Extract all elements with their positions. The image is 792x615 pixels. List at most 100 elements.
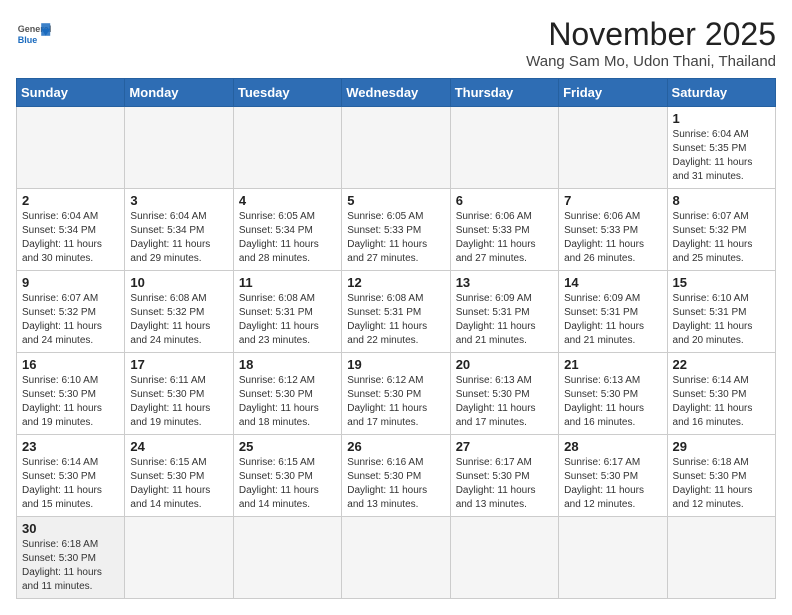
day-number: 17: [130, 357, 227, 372]
day-info: Sunrise: 6:08 AMSunset: 5:31 PMDaylight:…: [239, 292, 336, 348]
calendar-cell: [450, 517, 558, 599]
day-number: 28: [564, 439, 661, 454]
calendar-cell: [450, 107, 558, 189]
day-info: Sunrise: 6:09 AMSunset: 5:31 PMDaylight:…: [456, 292, 553, 348]
calendar-cell: [233, 107, 341, 189]
day-info: Sunrise: 6:06 AMSunset: 5:33 PMDaylight:…: [564, 210, 661, 266]
day-info: Sunrise: 6:06 AMSunset: 5:33 PMDaylight:…: [456, 210, 553, 266]
weekday-header-tuesday: Tuesday: [233, 79, 341, 107]
day-info: Sunrise: 6:14 AMSunset: 5:30 PMDaylight:…: [22, 456, 119, 512]
day-info: Sunrise: 6:16 AMSunset: 5:30 PMDaylight:…: [347, 456, 444, 512]
calendar-cell: 19 Sunrise: 6:12 AMSunset: 5:30 PMDayligh…: [342, 353, 450, 435]
day-info: Sunrise: 6:10 AMSunset: 5:30 PMDaylight:…: [22, 374, 119, 430]
day-number: 1: [673, 111, 770, 126]
weekday-header-row: SundayMondayTuesdayWednesdayThursdayFrid…: [17, 79, 776, 107]
calendar-cell: 23 Sunrise: 6:14 AMSunset: 5:30 PMDayligh…: [17, 435, 125, 517]
day-number: 8: [673, 193, 770, 208]
calendar-cell: 15 Sunrise: 6:10 AMSunset: 5:31 PMDayligh…: [667, 271, 775, 353]
day-info: Sunrise: 6:08 AMSunset: 5:32 PMDaylight:…: [130, 292, 227, 348]
day-info: Sunrise: 6:18 AMSunset: 5:30 PMDaylight:…: [22, 538, 119, 594]
day-number: 14: [564, 275, 661, 290]
day-info: Sunrise: 6:11 AMSunset: 5:30 PMDaylight:…: [130, 374, 227, 430]
calendar-cell: 1 Sunrise: 6:04 AMSunset: 5:35 PMDaylight…: [667, 107, 775, 189]
day-info: Sunrise: 6:05 AMSunset: 5:34 PMDaylight:…: [239, 210, 336, 266]
calendar-cell: [559, 517, 667, 599]
day-number: 13: [456, 275, 553, 290]
day-info: Sunrise: 6:17 AMSunset: 5:30 PMDaylight:…: [456, 456, 553, 512]
day-number: 23: [22, 439, 119, 454]
day-number: 12: [347, 275, 444, 290]
calendar-cell: 21 Sunrise: 6:13 AMSunset: 5:30 PMDayligh…: [559, 353, 667, 435]
calendar-cell: 30 Sunrise: 6:18 AMSunset: 5:30 PMDayligh…: [17, 517, 125, 599]
calendar-cell: [233, 517, 341, 599]
day-number: 11: [239, 275, 336, 290]
day-number: 2: [22, 193, 119, 208]
calendar-cell: 5Sunrise: 6:05 AMSunset: 5:33 PMDaylight…: [342, 189, 450, 271]
weekday-header-monday: Monday: [125, 79, 233, 107]
day-number: 15: [673, 275, 770, 290]
calendar-cell: 13 Sunrise: 6:09 AMSunset: 5:31 PMDayligh…: [450, 271, 558, 353]
calendar-cell: 14Sunrise: 6:09 AMSunset: 5:31 PMDayligh…: [559, 271, 667, 353]
calendar-cell: 10 Sunrise: 6:08 AMSunset: 5:32 PMDayligh…: [125, 271, 233, 353]
day-info: Sunrise: 6:13 AMSunset: 5:30 PMDaylight:…: [456, 374, 553, 430]
weekday-header-thursday: Thursday: [450, 79, 558, 107]
calendar-cell: 9 Sunrise: 6:07 AMSunset: 5:32 PMDaylight…: [17, 271, 125, 353]
day-number: 25: [239, 439, 336, 454]
calendar-cell: [125, 107, 233, 189]
logo-icon: General Blue: [16, 16, 52, 52]
day-info: Sunrise: 6:14 AMSunset: 5:30 PMDaylight:…: [673, 374, 770, 430]
day-info: Sunrise: 6:08 AMSunset: 5:31 PMDaylight:…: [347, 292, 444, 348]
day-info: Sunrise: 6:07 AMSunset: 5:32 PMDaylight:…: [22, 292, 119, 348]
calendar-cell: 4Sunrise: 6:05 AMSunset: 5:34 PMDaylight…: [233, 189, 341, 271]
calendar-cell: 6 Sunrise: 6:06 AMSunset: 5:33 PMDaylight…: [450, 189, 558, 271]
logo: General Blue: [16, 16, 52, 52]
day-number: 6: [456, 193, 553, 208]
weekday-header-sunday: Sunday: [17, 79, 125, 107]
calendar-cell: 29Sunrise: 6:18 AMSunset: 5:30 PMDayligh…: [667, 435, 775, 517]
day-info: Sunrise: 6:12 AMSunset: 5:30 PMDaylight:…: [239, 374, 336, 430]
day-info: Sunrise: 6:15 AMSunset: 5:30 PMDaylight:…: [130, 456, 227, 512]
calendar-cell: 22 Sunrise: 6:14 AMSunset: 5:30 PMDayligh…: [667, 353, 775, 435]
calendar-cell: [342, 107, 450, 189]
calendar-cell: 25Sunrise: 6:15 AMSunset: 5:30 PMDayligh…: [233, 435, 341, 517]
calendar-cell: 12 Sunrise: 6:08 AMSunset: 5:31 PMDayligh…: [342, 271, 450, 353]
calendar-week-1: 2 Sunrise: 6:04 AMSunset: 5:34 PMDaylight…: [17, 189, 776, 271]
day-info: Sunrise: 6:18 AMSunset: 5:30 PMDaylight:…: [673, 456, 770, 512]
calendar-cell: [125, 517, 233, 599]
day-info: Sunrise: 6:13 AMSunset: 5:30 PMDaylight:…: [564, 374, 661, 430]
day-number: 5: [347, 193, 444, 208]
weekday-header-friday: Friday: [559, 79, 667, 107]
day-number: 26: [347, 439, 444, 454]
day-number: 24: [130, 439, 227, 454]
weekday-header-saturday: Saturday: [667, 79, 775, 107]
calendar-cell: 7 Sunrise: 6:06 AMSunset: 5:33 PMDaylight…: [559, 189, 667, 271]
calendar-cell: [667, 517, 775, 599]
svg-text:Blue: Blue: [18, 35, 38, 45]
calendar-week-5: 30 Sunrise: 6:18 AMSunset: 5:30 PMDayligh…: [17, 517, 776, 599]
day-info: Sunrise: 6:17 AMSunset: 5:30 PMDaylight:…: [564, 456, 661, 512]
day-number: 9: [22, 275, 119, 290]
page-header: General Blue November 2025 Wang Sam Mo, …: [16, 16, 776, 70]
day-info: Sunrise: 6:12 AMSunset: 5:30 PMDaylight:…: [347, 374, 444, 430]
day-info: Sunrise: 6:04 AMSunset: 5:34 PMDaylight:…: [130, 210, 227, 266]
calendar-week-4: 23 Sunrise: 6:14 AMSunset: 5:30 PMDayligh…: [17, 435, 776, 517]
calendar-cell: 28 Sunrise: 6:17 AMSunset: 5:30 PMDayligh…: [559, 435, 667, 517]
day-number: 22: [673, 357, 770, 372]
day-number: 7: [564, 193, 661, 208]
day-info: Sunrise: 6:04 AMSunset: 5:34 PMDaylight:…: [22, 210, 119, 266]
calendar-cell: 2 Sunrise: 6:04 AMSunset: 5:34 PMDaylight…: [17, 189, 125, 271]
day-number: 16: [22, 357, 119, 372]
day-info: Sunrise: 6:10 AMSunset: 5:31 PMDaylight:…: [673, 292, 770, 348]
calendar-week-2: 9 Sunrise: 6:07 AMSunset: 5:32 PMDaylight…: [17, 271, 776, 353]
calendar-cell: 27Sunrise: 6:17 AMSunset: 5:30 PMDayligh…: [450, 435, 558, 517]
day-number: 19: [347, 357, 444, 372]
location-subtitle: Wang Sam Mo, Udon Thani, Thailand: [526, 53, 776, 70]
day-info: Sunrise: 6:04 AMSunset: 5:35 PMDaylight:…: [673, 128, 770, 184]
day-number: 30: [22, 521, 119, 536]
day-number: 21: [564, 357, 661, 372]
title-section: November 2025 Wang Sam Mo, Udon Thani, T…: [526, 16, 776, 70]
calendar-cell: 11 Sunrise: 6:08 AMSunset: 5:31 PMDayligh…: [233, 271, 341, 353]
calendar-cell: 17 Sunrise: 6:11 AMSunset: 5:30 PMDayligh…: [125, 353, 233, 435]
day-number: 18: [239, 357, 336, 372]
day-number: 10: [130, 275, 227, 290]
